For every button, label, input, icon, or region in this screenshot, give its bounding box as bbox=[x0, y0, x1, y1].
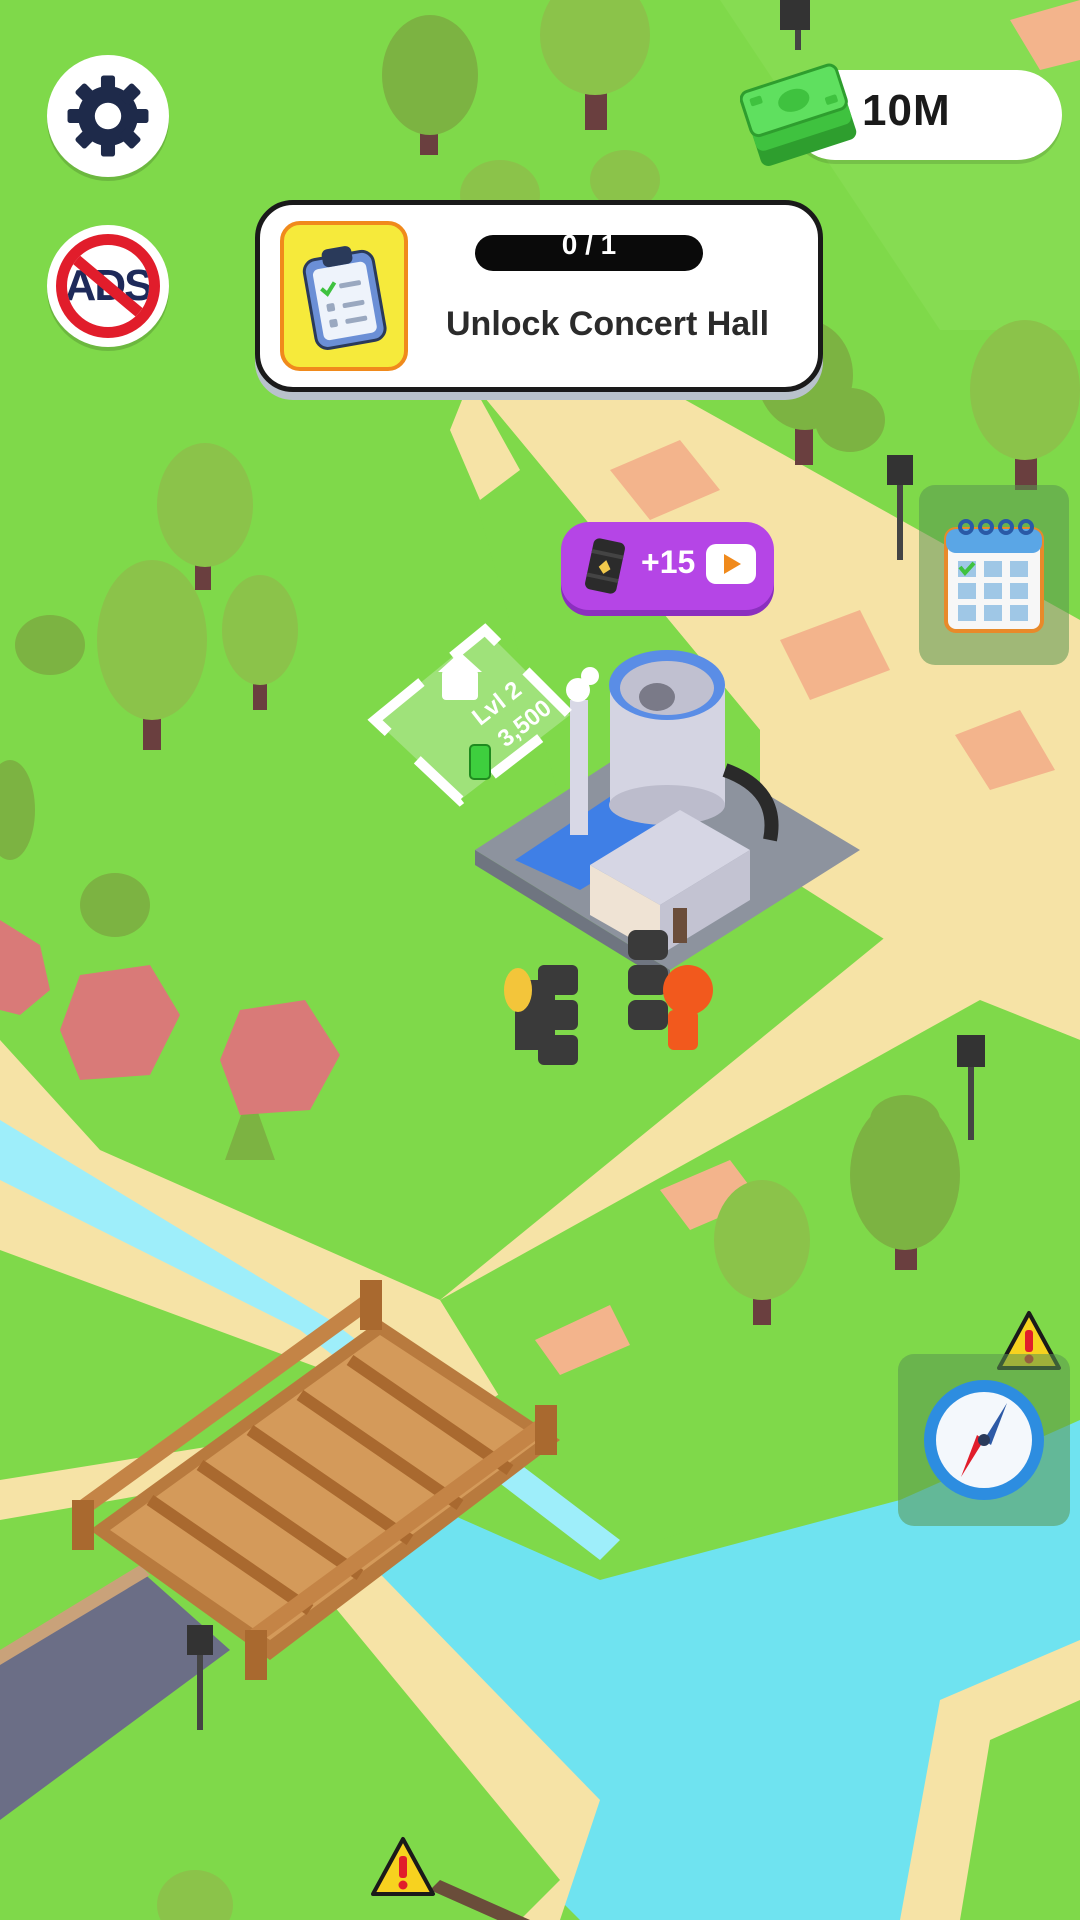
quest-title: Unlock Concert Hall bbox=[446, 305, 770, 343]
oil-barrel-icon bbox=[585, 538, 625, 594]
quest-progress-bar: 0 / 1 bbox=[475, 229, 703, 271]
daily-calendar-button[interactable] bbox=[919, 485, 1069, 665]
quest-icon-box bbox=[280, 221, 408, 371]
cash-amount: 10M bbox=[862, 86, 951, 135]
compass-button[interactable] bbox=[898, 1354, 1070, 1526]
settings-button[interactable] bbox=[47, 55, 169, 177]
quest-panel[interactable]: 0 / 1 Unlock Concert Hall bbox=[255, 200, 823, 392]
reward-amount: +15 bbox=[641, 544, 696, 580]
clipboard-checklist-icon bbox=[302, 246, 387, 350]
no-ads-icon: ADS bbox=[56, 234, 160, 338]
remove-ads-button[interactable]: ADS bbox=[47, 225, 169, 347]
reward-bubble[interactable]: +15 bbox=[561, 522, 774, 610]
quest-progress-text: 0 / 1 bbox=[561, 229, 617, 260]
gear-icon bbox=[67, 75, 149, 157]
calendar-icon bbox=[944, 519, 1044, 633]
warning-icon bbox=[371, 1837, 435, 1896]
play-video-icon[interactable] bbox=[706, 544, 756, 584]
compass-icon bbox=[924, 1380, 1044, 1500]
cash-stack-icon bbox=[740, 63, 857, 166]
